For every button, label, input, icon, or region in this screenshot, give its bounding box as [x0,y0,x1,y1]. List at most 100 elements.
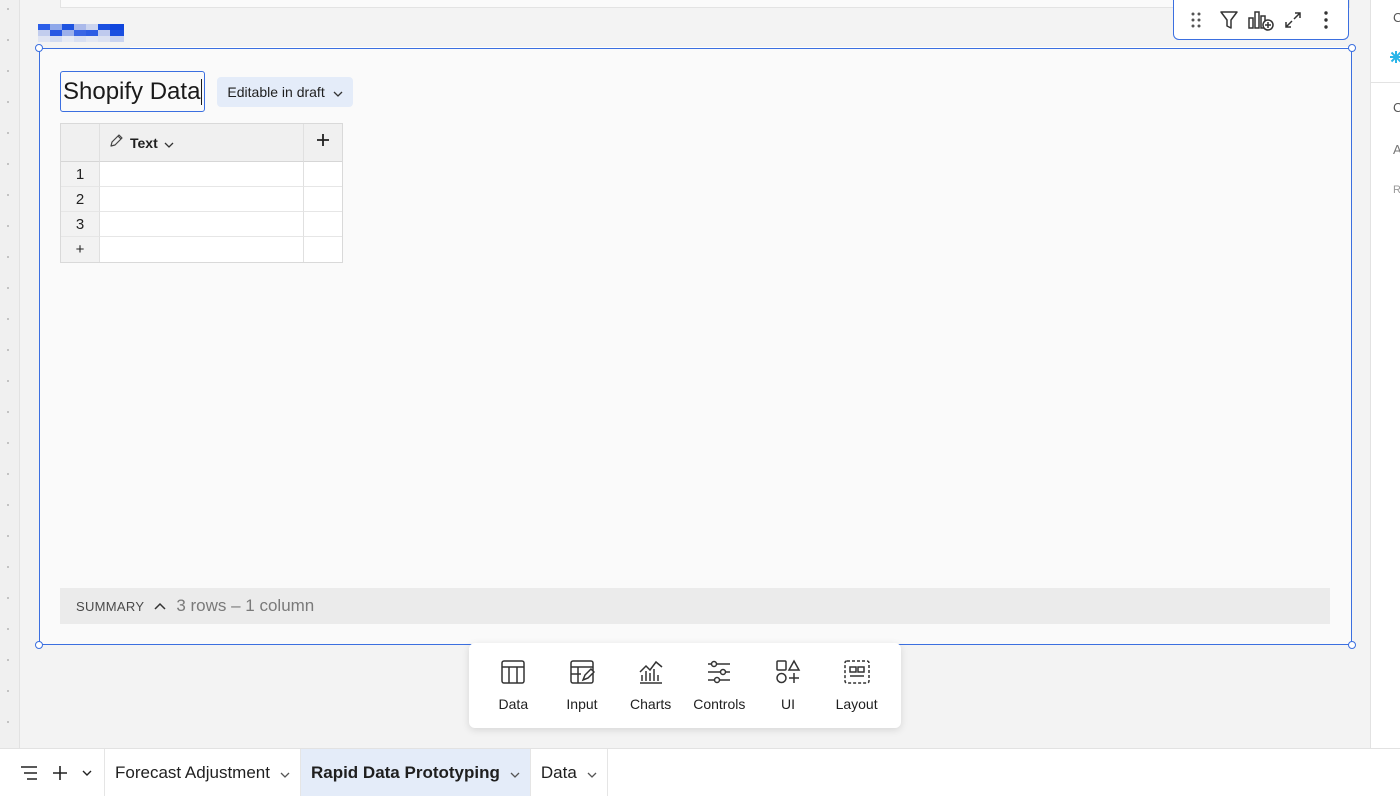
gutter-dot [7,504,9,506]
table-cell-empty [304,187,342,212]
table-cell[interactable] [100,237,304,262]
sliders-icon [706,659,732,690]
plus-icon [316,133,330,152]
drag-handle-icon[interactable] [1182,6,1210,34]
add-ui-button[interactable]: UI [755,659,821,712]
resize-handle-top-right[interactable] [1348,44,1356,52]
chevron-down-icon[interactable] [82,770,92,776]
add-column-button[interactable] [304,124,342,162]
add-item-label: Charts [630,696,672,712]
chevron-down-icon [280,763,290,783]
add-input-button[interactable]: Input [549,659,615,712]
panel-section-letter: C [1393,100,1400,115]
title-row: Shopify Data Editable in draft [60,71,353,112]
gutter-dot [7,690,9,692]
tab-forecast-adjustment[interactable]: Forecast Adjustment [105,749,301,796]
gutter-dot [7,628,9,630]
row-index[interactable]: 3 [61,212,100,237]
chevron-down-icon [510,763,520,783]
gutter-dot [7,194,9,196]
add-element-bar: Data Input Charts Controls UI Layout [469,643,901,728]
gutter-dot [7,70,9,72]
table-cell[interactable] [100,162,304,187]
add-page-icon[interactable] [52,765,68,781]
gutter-dot [7,380,9,382]
gutter-dot [7,39,9,41]
add-row: + [61,237,342,262]
chevron-down-icon [164,135,174,151]
table-cell[interactable] [100,187,304,212]
pencil-icon [108,133,124,152]
table-cell[interactable] [100,212,304,237]
element-title-text: Shopify Data [63,77,201,105]
add-chart-icon[interactable] [1247,6,1275,34]
panel-field-letter: A [1393,142,1400,157]
input-table-element[interactable]: Shopify Data Editable in draft Text 1 2 … [35,44,1356,649]
gutter-dot [7,411,9,413]
edit-mode-dropdown[interactable]: Editable in draft [217,76,353,107]
panel-header-letter: C [1393,10,1400,25]
add-row-button[interactable]: + [61,237,100,262]
tab-label: Rapid Data Prototyping [310,762,500,782]
add-item-label: Data [498,696,529,712]
text-caret [201,78,203,105]
element-toolbar [1173,0,1349,40]
gutter-dot [7,535,9,537]
add-controls-button[interactable]: Controls [686,659,752,712]
workbook-canvas: Shopify Data Editable in draft Text 1 2 … [20,0,1370,748]
tab-data[interactable]: Data [531,749,608,796]
resize-handle-top-left[interactable] [35,44,43,52]
previous-element[interactable] [60,0,1350,8]
gutter-dot [7,163,9,165]
add-data-button[interactable]: Data [480,659,546,712]
chevron-down-icon [587,763,597,783]
summary-bar: SUMMARY 3 rows – 1 column [60,588,1330,624]
add-charts-button[interactable]: Charts [618,659,684,712]
table-cell-empty [304,237,342,262]
add-item-label: Input [566,696,598,712]
resize-handle-bottom-left[interactable] [35,641,43,649]
gutter-dot [7,318,9,320]
table-row: 1 [61,162,342,187]
column-header-text[interactable]: Text [100,124,304,162]
gutter-dot [7,132,9,134]
add-layout-button[interactable]: Layout [824,659,890,712]
charts-icon [638,659,664,690]
gutter-dot [7,597,9,599]
row-index[interactable]: 1 [61,162,100,187]
table-cell-empty [304,212,342,237]
layout-icon [843,659,871,690]
chevron-up-icon[interactable] [154,602,166,610]
gutter-dot [7,566,9,568]
table-icon [500,659,526,690]
add-item-label: Controls [693,696,746,712]
panel-field-letter: R [1393,184,1400,196]
more-vertical-icon[interactable] [1312,6,1340,34]
tab-label: Forecast Adjustment [115,762,270,782]
summary-info: 3 rows – 1 column [176,596,315,615]
table-header-row: Text [61,124,342,162]
corner-cell[interactable] [61,124,100,162]
add-item-label: Layout [835,696,878,712]
summary-label: SUMMARY [76,598,145,614]
element-title-input[interactable]: Shopify Data [60,71,206,112]
gutter-dot [7,256,9,258]
gutter-dot [7,8,9,10]
gutter-dot [7,101,9,103]
redacted-name-tag [38,22,124,48]
tab-controls [0,749,105,796]
page-list-icon[interactable] [20,765,38,780]
tab-label: Data [540,762,577,782]
shapes-icon [775,659,801,690]
table-row: 3 [61,212,342,237]
gutter-dot [7,473,9,475]
filter-icon[interactable] [1215,6,1243,34]
tab-rapid-data-prototyping[interactable]: Rapid Data Prototyping [300,749,531,796]
gutter-dot [7,287,9,289]
resize-handle-bottom-right[interactable] [1348,641,1356,649]
row-index[interactable]: 2 [61,187,100,212]
chevron-down-icon [333,84,343,100]
input-table-icon [569,659,596,690]
edit-mode-label: Editable in draft [227,83,325,100]
expand-icon[interactable] [1279,6,1307,34]
